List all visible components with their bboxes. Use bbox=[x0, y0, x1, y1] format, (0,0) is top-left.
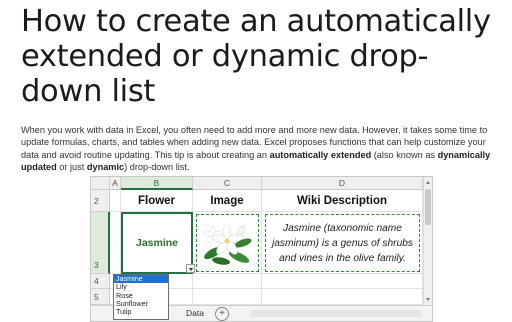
active-cell-flower[interactable]: Jasmine bbox=[121, 212, 193, 274]
cell-a2[interactable] bbox=[110, 190, 121, 212]
row-header-2[interactable]: 2 bbox=[91, 190, 110, 212]
column-header-b[interactable]: B bbox=[121, 177, 193, 190]
scroll-down-icon[interactable] bbox=[426, 298, 430, 301]
wiki-description-text: Jasmine (taxonomic name jasminum) is a g… bbox=[265, 214, 420, 272]
jasmine-flower-image bbox=[204, 224, 252, 265]
dropdown-list[interactable]: Jasmine Lily Rose Sunflower Tulip bbox=[113, 274, 169, 320]
flower-image-frame bbox=[196, 214, 259, 272]
cell-a3[interactable] bbox=[110, 212, 121, 274]
cell-d4[interactable] bbox=[262, 274, 423, 289]
intro-text: ) drop-down list. bbox=[124, 162, 190, 173]
select-all-corner[interactable] bbox=[91, 177, 110, 190]
horizontal-scrollbar[interactable] bbox=[251, 310, 421, 317]
cell-image-header[interactable]: Image bbox=[193, 190, 262, 212]
add-sheet-icon[interactable]: + bbox=[215, 307, 229, 321]
cell-c4[interactable] bbox=[193, 274, 262, 289]
row-header-4[interactable]: 4 bbox=[91, 274, 110, 289]
scroll-thumb[interactable] bbox=[425, 189, 431, 225]
dropdown-arrow-button[interactable] bbox=[186, 264, 195, 273]
column-header-a[interactable]: A bbox=[110, 177, 121, 190]
article-intro: When you work with data in Excel, you of… bbox=[21, 124, 503, 174]
cell-d5[interactable] bbox=[262, 289, 423, 305]
row-header-3[interactable]: 3 bbox=[91, 212, 110, 274]
article-title: How to create an automatically extended … bbox=[21, 4, 491, 109]
spreadsheet-screenshot: A B C D 2 3 4 5 Flower Image Wiki Descri… bbox=[90, 176, 433, 322]
column-header-c[interactable]: C bbox=[193, 177, 262, 190]
cell-wiki-header[interactable]: Wiki Description bbox=[262, 190, 423, 212]
row-header-5[interactable]: 5 bbox=[91, 289, 110, 305]
dropdown-option[interactable]: Tulip bbox=[114, 307, 168, 316]
column-header-d[interactable]: D bbox=[262, 177, 423, 190]
cell-c5[interactable] bbox=[193, 289, 262, 305]
intro-bold-text: dynamic bbox=[86, 162, 125, 173]
sheet-tab-data[interactable]: Data bbox=[179, 306, 211, 321]
cell-flower-header[interactable]: Flower bbox=[121, 190, 193, 212]
vertical-scrollbar[interactable] bbox=[423, 177, 432, 305]
intro-text: or just bbox=[56, 162, 87, 173]
scroll-up-icon[interactable] bbox=[426, 181, 430, 184]
intro-bold-text: automatically extended bbox=[269, 149, 372, 160]
intro-text: (also known as bbox=[371, 149, 438, 160]
